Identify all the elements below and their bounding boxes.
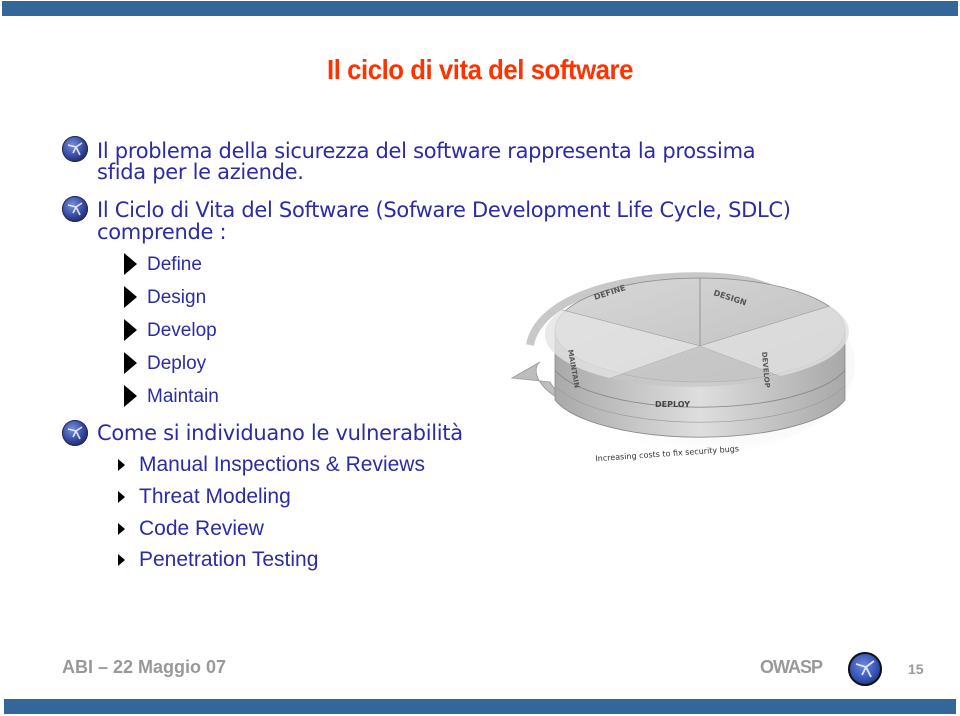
list-item: Define	[147, 254, 202, 275]
owasp-logo-icon	[62, 420, 88, 446]
segment-label-deploy: DEPLOY	[655, 400, 690, 409]
cycle-arrow-icon	[510, 361, 564, 401]
bullet-2-line-1: Il Ciclo di Vita del Software (Sofware D…	[97, 198, 791, 222]
triangle-bullet-icon	[124, 286, 137, 308]
list-item: Maintain	[147, 386, 219, 407]
triangle-bullet-icon	[124, 319, 137, 341]
bottom-band	[4, 699, 956, 714]
triangle-bullet-icon	[124, 385, 137, 407]
bullet-2-line-2: comprende :	[97, 220, 227, 244]
triangle-bullet-icon	[118, 523, 125, 535]
bullet-3-line-1: Come si individuano le vulnerabilità	[97, 421, 463, 445]
list-item: Manual Inspections & Reviews	[139, 453, 425, 476]
list-item: Design	[147, 287, 207, 308]
list-item: Deploy	[147, 353, 207, 374]
owasp-logo-icon	[62, 136, 88, 162]
top-band	[2, 1, 958, 16]
footer-event-date: ABI – 22 Maggio 07	[62, 657, 227, 677]
list-item: Code Review	[139, 517, 264, 540]
triangle-bullet-icon	[118, 459, 125, 471]
footer-brand: OWASP	[760, 657, 823, 677]
owasp-logo-icon	[848, 652, 882, 686]
bullet-1-line-2: sfida per le aziende.	[97, 160, 304, 184]
list-item: Penetration Testing	[139, 548, 319, 571]
triangle-bullet-icon	[118, 491, 125, 503]
triangle-bullet-icon	[118, 554, 125, 566]
page-number: 15	[908, 661, 924, 677]
list-item: Develop	[147, 320, 217, 341]
slide-title: Il ciclo di vita del software	[327, 54, 633, 85]
owasp-logo-icon	[62, 196, 88, 222]
sdlc-cycle-diagram: DEFINE DESIGN DEVELOP DEPLOY MAINTAIN In…	[510, 272, 855, 463]
triangle-bullet-icon	[124, 352, 137, 374]
list-item: Threat Modeling	[139, 485, 291, 508]
triangle-bullet-icon	[124, 253, 137, 275]
